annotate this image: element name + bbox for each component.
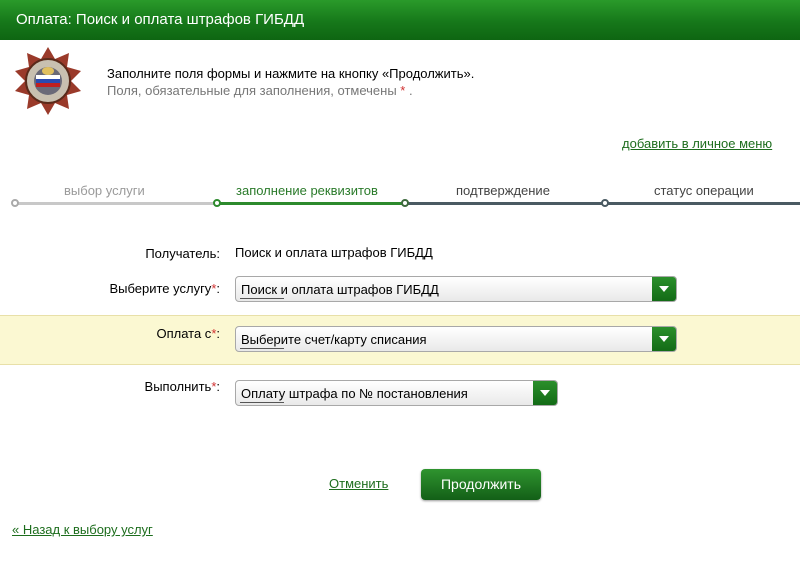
step-dot [601,199,609,207]
label-colon: : [216,281,220,296]
step-select-service: выбор услуги [64,183,145,198]
required-note-end: . [408,83,413,98]
step-fill-details: заполнение реквизитов [236,183,378,198]
page-title: Оплата: Поиск и оплата штрафов ГИБДД [16,11,305,28]
step-dot [401,199,409,207]
label-colon: : [216,379,220,394]
execute-label: Выполнить*: [145,379,220,394]
pay-from-label-text: Оплата с [156,326,212,341]
back-to-services-link[interactable]: « Назад к выбору услуг [12,522,153,537]
cancel-link[interactable]: Отменить [329,476,388,491]
pay-from-select-value: Выберите счет/карту списания [241,332,427,347]
page-header: Оплата: Поиск и оплата штрафов ГИБДД [0,0,800,40]
step-line-done [15,202,217,205]
select-underline [240,348,284,349]
chevron-down-icon[interactable] [533,381,557,405]
service-label: Выберите услугу*: [109,281,220,296]
instruction-text: Заполните поля формы и нажмите на кнопку… [107,66,475,81]
select-underline [240,298,284,299]
select-underline [240,402,284,403]
recipient-value: Поиск и оплата штрафов ГИБДД [235,245,433,260]
add-to-menu-link[interactable]: добавить в личное меню [622,136,772,151]
pay-from-label: Оплата с*: [156,326,220,341]
step-operation-status: статус операции [654,183,754,198]
execute-label-text: Выполнить [144,379,212,394]
chevron-down-icon[interactable] [652,327,676,351]
step-dot [213,199,221,207]
required-note: Поля, обязательные для заполнения, отмеч… [107,83,413,98]
required-star: * [400,83,406,98]
service-select[interactable]: Поиск и оплата штрафов ГИБДД [235,276,677,302]
step-confirmation: подтверждение [456,183,550,198]
label-colon: : [216,326,220,341]
continue-button[interactable]: Продолжить [421,469,541,500]
required-note-text: Поля, обязательные для заполнения, отмеч… [107,83,397,98]
pay-from-select[interactable]: Выберите счет/карту списания [235,326,677,352]
step-dot [11,199,19,207]
step-line-active [217,202,405,205]
traffic-police-emblem-icon [13,45,83,117]
recipient-label: Получатель: [145,246,220,261]
execute-select[interactable]: Оплату штрафа по № постановления [235,380,558,406]
chevron-down-icon[interactable] [652,277,676,301]
service-select-value: Поиск и оплата штрафов ГИБДД [241,282,439,297]
service-label-text: Выберите услугу [109,281,212,296]
execute-select-value: Оплату штрафа по № постановления [241,386,468,401]
